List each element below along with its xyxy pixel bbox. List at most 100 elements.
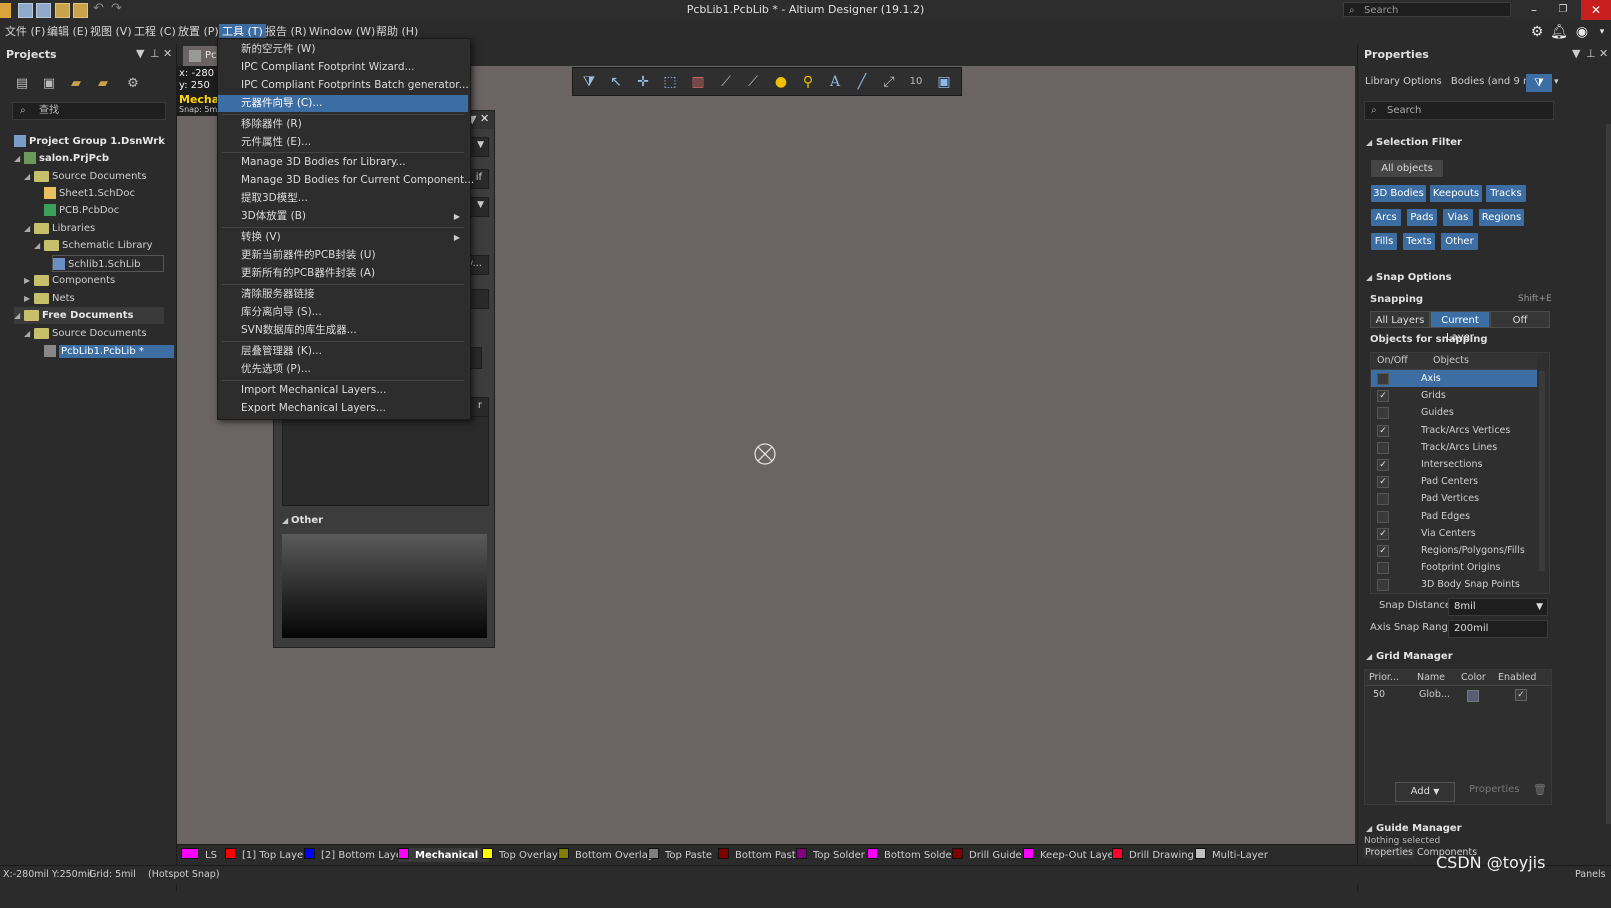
menu-item-svn-library-maker[interactable]: SVN数据库的库生成器... [218,322,468,339]
menu-item-layer-stack-manager[interactable]: 层叠管理器 (K)... [218,343,468,360]
place-line-tool-icon[interactable]: ╱ [852,72,872,92]
user-account-icon[interactable]: ◉ [1573,23,1591,41]
snap-current-layer-button[interactable]: Current Layer [1430,311,1490,343]
tree-item-free-source-documents[interactable]: ◢ Source Documents [24,325,147,342]
menu-item-export-mechanical-layers[interactable]: Export Mechanical Layers... [218,400,468,417]
align-icon[interactable]: ▥ [688,72,708,92]
snap-object-row[interactable]: ✓ Grids [1371,387,1537,404]
tree-item-pcb-doc[interactable]: PCB.PcbDoc [44,202,119,219]
layer-tab[interactable]: [2] Bottom Layer [304,848,406,862]
menu-item-library-splitter[interactable]: 库分离向导 (S)... [218,304,468,321]
snap-object-row[interactable]: ✓ Regions/Polygons/Fills [1371,542,1537,559]
menu-item-update-current-footprint[interactable]: 更新当前器件的PCB封装 (U) [218,247,468,264]
snap-object-row[interactable]: 3D Body Snap Points [1371,576,1537,593]
pin-icon[interactable]: ⊥ [150,47,160,60]
account-dropdown-icon[interactable]: ▾ [1593,23,1611,41]
layer-tab[interactable]: Bottom Solder [867,848,956,862]
axis-snap-range-input[interactable]: 200mil [1448,620,1548,638]
snap-object-checkbox[interactable]: ✓ [1377,424,1389,437]
expand-arrow-icon[interactable]: ▶ [24,272,34,289]
snap-object-row[interactable]: Pad Vertices [1371,490,1537,507]
snap-object-checkbox[interactable] [1377,562,1389,575]
snap-object-row[interactable]: ✓ Pad Centers [1371,473,1537,490]
select-area-icon[interactable]: ⬚ [660,72,680,92]
delete-trash-icon[interactable]: 🗑︎ [1533,783,1547,796]
filter-vias-button[interactable]: Vias [1443,209,1473,226]
collapse-arrow-icon[interactable]: ◢ [14,307,24,324]
minimize-button[interactable]: – [1519,0,1549,20]
menu-place[interactable]: 放置 (P) [175,24,222,40]
snap-object-checkbox[interactable] [1377,493,1389,506]
place-string-icon[interactable]: 10 [906,72,926,92]
inspector-close-icon[interactable]: ✕ [480,112,489,125]
menu-item-component-properties[interactable]: 元件属性 (E)... [218,134,468,151]
menu-item-ipc-batch-generator[interactable]: IPC Compliant Footprints Batch generator… [218,77,469,94]
grid-color-swatch[interactable] [1467,690,1479,702]
grid-enabled-checkbox[interactable]: ✓ [1515,689,1527,701]
chevron-down-icon[interactable]: ▾ [1554,77,1559,87]
menu-item-convert[interactable]: 转换 (V) ▶ [218,229,468,246]
snap-object-row[interactable]: Footprint Origins [1371,559,1537,576]
project-options-icon[interactable]: ▰ [68,76,84,92]
collapse-arrow-icon[interactable]: ◢ [24,220,34,237]
maximize-button[interactable]: ❐ [1548,0,1578,20]
layer-tab[interactable]: Bottom Overlay [558,848,654,862]
tree-item-sheet1[interactable]: Sheet1.SchDoc [44,185,135,202]
filter-tracks-button[interactable]: Tracks [1486,185,1526,202]
snap-object-checkbox[interactable]: ✓ [1377,459,1389,471]
menu-item-import-mechanical-layers[interactable]: Import Mechanical Layers... [218,382,468,399]
menu-edit[interactable]: 编辑 (E) [44,24,91,40]
tree-item-schlib[interactable]: Schlib1.SchLib [52,255,164,272]
section-selection-filter[interactable]: ◢ Selection Filter [1366,137,1462,148]
layer-tab[interactable]: Mechanical 1 [398,848,489,862]
section-guide-manager[interactable]: ◢ Guide Manager [1366,823,1462,834]
snap-object-checkbox[interactable] [1377,579,1389,592]
layer-tab[interactable]: Multi-Layer [1195,848,1268,862]
filter-texts-button[interactable]: Texts [1403,233,1435,250]
tab-properties[interactable]: Properties [1363,847,1416,858]
panels-button[interactable]: Panels [1575,869,1606,880]
snap-distance-select[interactable]: 8mil ▼ [1448,598,1548,616]
add-document-icon[interactable]: ▰ [95,76,111,92]
layer-tab[interactable]: Top Paste [648,848,712,862]
expand-arrow-icon[interactable]: ▶ [24,290,34,307]
snap-object-row[interactable]: Axis [1371,370,1537,387]
save-project-icon[interactable]: ▤ [14,76,30,92]
menu-item-new-blank-component[interactable]: 新的空元件 (W) [218,41,468,58]
menu-item-preferences[interactable]: 优先选项 (P)... [218,361,468,378]
snap-object-checkbox[interactable]: ✓ [1377,527,1389,540]
place-pad-icon[interactable]: ● [771,72,791,92]
menu-item-update-all-footprints[interactable]: 更新所有的PCB器件封装 (A) [218,265,468,282]
pin-icon[interactable]: ⊥ [1586,47,1596,60]
place-via-icon[interactable]: ⚲ [798,72,818,92]
panel-menu-icon[interactable]: ▼ [136,47,144,60]
grid-row[interactable]: 50 Glob... ✓ [1365,686,1551,703]
panel-close-icon[interactable]: ✕ [1599,47,1608,60]
snap-object-checkbox[interactable] [1377,373,1389,385]
panel-close-icon[interactable]: ✕ [163,47,172,60]
filter-fills-button[interactable]: Fills [1371,233,1397,250]
snap-all-layers-button[interactable]: All Layers [1370,311,1430,328]
snap-object-row[interactable]: ✓ Intersections [1371,456,1537,473]
filter-pads-button[interactable]: Pads [1407,209,1437,226]
select-cursor-icon[interactable]: ↖ [606,72,626,92]
compile-icon[interactable]: ▣ [41,76,57,92]
filter-3d-bodies-button[interactable]: 3D Bodies [1371,185,1426,202]
layer-tab[interactable]: Bottom Paste [718,848,802,862]
snap-object-checkbox[interactable] [1377,441,1389,454]
section-grid-manager[interactable]: ◢ Grid Manager [1366,651,1453,662]
snap-object-checkbox[interactable]: ✓ [1377,545,1389,557]
snap-object-row[interactable]: ✓ Via Centers [1371,525,1537,542]
move-cross-icon[interactable]: ✛ [633,72,653,92]
filter-other-button[interactable]: Other [1441,233,1478,250]
properties-scrollbar[interactable] [1606,124,1611,824]
filter-all-objects-button[interactable]: All objects [1371,160,1443,177]
menu-item-manage-3d-component[interactable]: Manage 3D Bodies for Current Component..… [218,172,474,189]
tree-item-libraries[interactable]: ◢ Libraries [24,220,95,237]
menu-item-clear-server-links[interactable]: 清除服务器链接 [218,286,468,303]
snap-object-row[interactable]: Track/Arcs Lines [1371,439,1537,456]
tree-item-nets[interactable]: ▶ Nets [24,290,75,307]
notifications-bell-icon[interactable]: 🔔︎ [1550,23,1568,41]
layer-tab[interactable]: Keep-Out Layer [1023,848,1118,862]
layer-tab[interactable]: Top Overlay [482,848,558,862]
